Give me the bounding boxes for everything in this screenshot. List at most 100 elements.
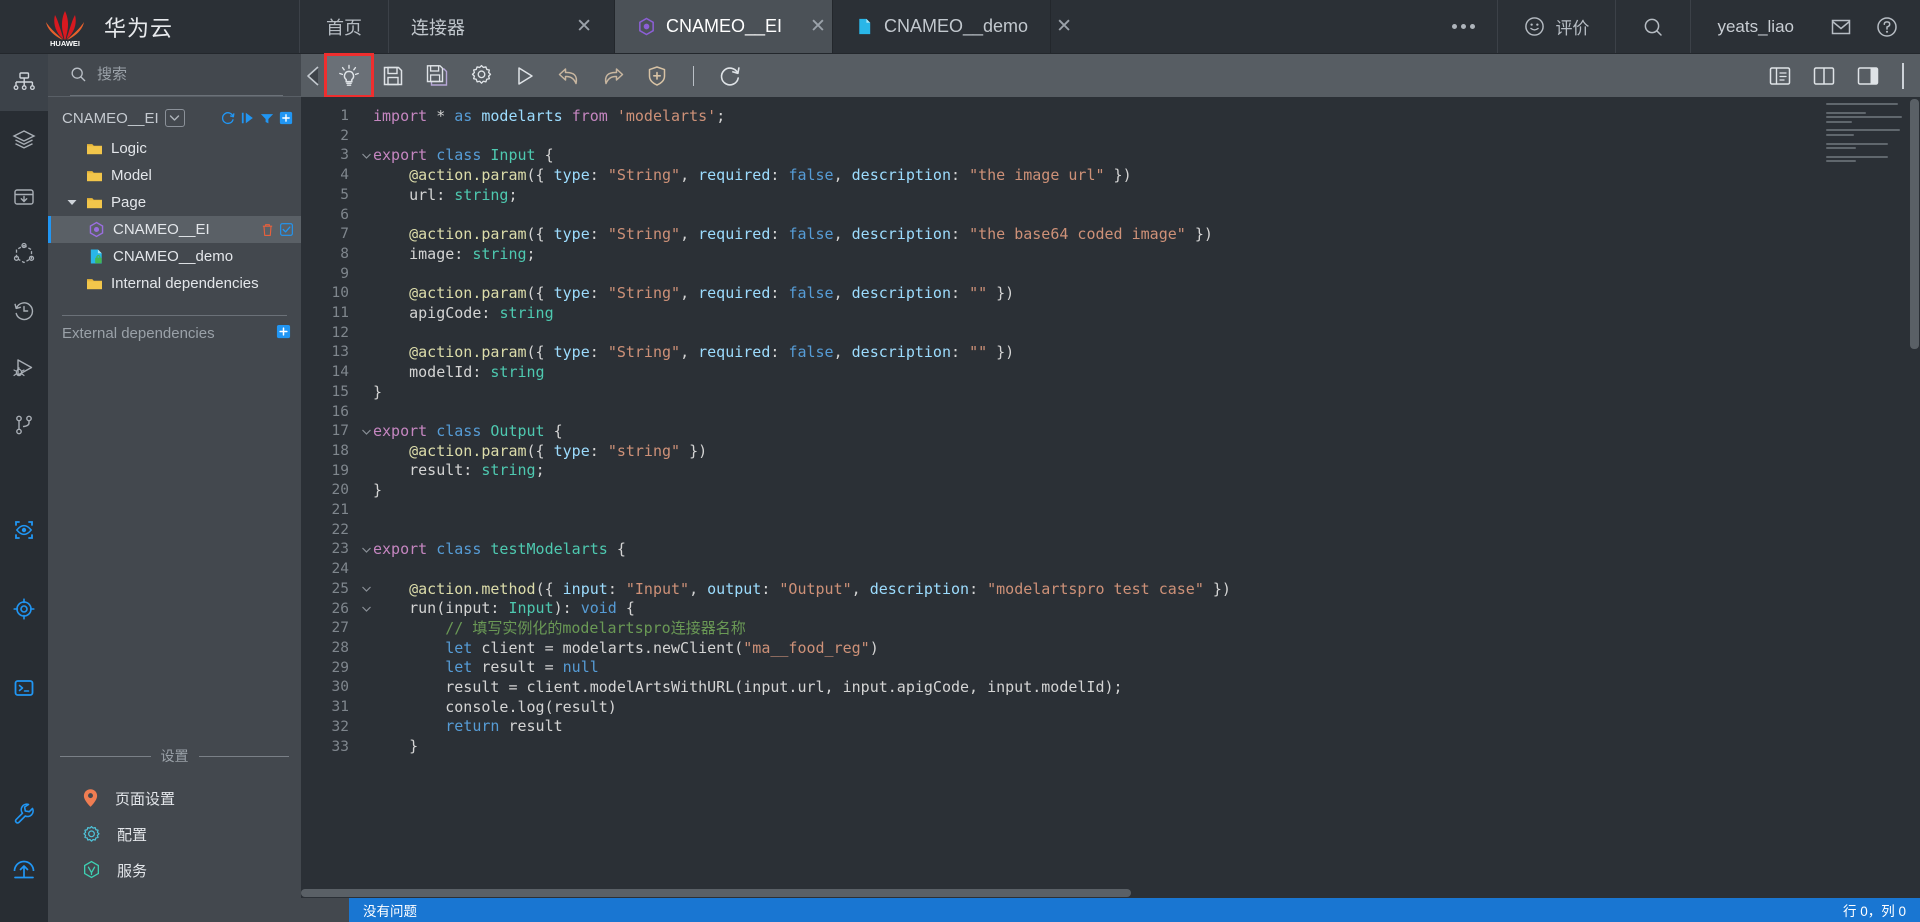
application-window: HUAWEI 华为云 首页 连接器 ✕ CNAMEO__EI ✕ CNAMEO_… [0,0,1920,922]
user-name: yeats_liao [1717,16,1794,36]
tree-row-cnameo-demo[interactable]: CNAMEO__demo [48,243,301,270]
undo-icon [558,67,578,84]
top-bar: HUAWEI 华为云 首页 连接器 ✕ CNAMEO__EI ✕ CNAMEO_… [0,0,1920,54]
search-input[interactable] [97,66,283,83]
redo-icon [604,67,624,84]
svg-text:HUAWEI: HUAWEI [50,39,80,47]
external-dependencies-row[interactable]: External dependencies [48,316,301,350]
code-content[interactable]: import * as modelarts from 'modelarts'; e… [373,97,1920,898]
add-icon[interactable] [279,111,293,125]
run-icon [518,66,533,85]
status-explorer-filler [48,898,349,922]
editor-settings-button[interactable] [459,56,503,95]
plus-icon[interactable] [276,324,291,343]
tree-row[interactable]: Page [48,189,301,216]
tab-cnameo-demo[interactable]: CNAMEO__demo ✕ [833,0,1072,53]
shield-add-button[interactable] [635,56,679,95]
tree-row-actions [261,223,301,237]
undo-button[interactable] [547,56,591,95]
settings-section-header: 设置 [48,746,301,766]
collapse-left-icon[interactable] [303,65,323,87]
smiley-icon [1525,17,1545,36]
close-icon[interactable]: ✕ [576,17,592,36]
rail-item-debug[interactable] [0,339,48,396]
edit-icon[interactable] [280,223,293,236]
folder-icon [87,144,102,155]
fold-marker [359,580,373,600]
save-button[interactable] [371,56,415,95]
code-editor[interactable]: 12345678 9 10 11 12 13 14 15 16 17 18 19 20 21 22 23 2… [301,97,1920,898]
mail-button[interactable] [1812,0,1870,53]
close-icon[interactable]: ✕ [810,17,826,36]
close-icon[interactable]: ✕ [1056,17,1072,36]
chevron-down-icon[interactable] [164,109,185,127]
external-dependencies-label: External dependencies [62,324,215,342]
save-all-button[interactable] [415,56,459,95]
user-menu[interactable]: yeats_liao [1691,0,1812,53]
help-button[interactable] [1870,0,1920,53]
rail-item-target[interactable] [0,580,48,637]
settings-item-page-settings[interactable]: 页面设置 [48,780,301,816]
tab-cnameo-ei[interactable]: CNAMEO__EI ✕ [615,0,833,53]
rate-button[interactable]: 评价 [1498,0,1617,53]
rail-item-package-download[interactable] [0,168,48,225]
open-preview-button[interactable] [1758,56,1802,95]
brand-area: HUAWEI 华为云 [0,0,300,53]
settings-item-config[interactable]: 配置 [48,816,301,852]
delete-icon[interactable] [261,223,274,237]
status-bar: 没有问题 行 0，列 0 [349,898,1920,922]
filter-icon[interactable] [260,112,274,125]
git-branch-icon [16,415,32,434]
toggle-panel-button[interactable] [1846,56,1890,95]
folder-icon [87,279,102,290]
fold-marker [359,422,373,442]
hexagon-purple-icon [639,17,654,36]
settings-item-label: 服务 [117,862,148,880]
horizontal-scrollbar[interactable] [301,888,1920,898]
refresh-icon[interactable] [220,110,236,126]
rate-label: 评价 [1555,19,1590,38]
search-icon [1645,18,1663,36]
fold-marker [359,540,373,560]
tree-row[interactable]: Logic [48,135,301,162]
expand-icon[interactable] [241,111,255,125]
scrollbar-thumb-horizontal[interactable] [301,889,1131,897]
settings-item-service[interactable]: 服务 [48,852,301,888]
rail-item-history[interactable] [0,282,48,339]
twisty-expanded-icon[interactable] [66,199,78,206]
tree-row[interactable]: Model [48,162,301,189]
history-clock-icon [14,301,34,320]
rail-item-deploy[interactable] [0,841,48,898]
settings-label: 设置 [160,748,189,764]
tab-connector[interactable]: 连接器 ✕ [389,0,615,53]
status-rail-filler [0,898,48,922]
run-button[interactable] [503,56,547,95]
fold-column[interactable] [359,97,373,898]
scrollbar-thumb[interactable] [1910,99,1919,349]
refresh-button[interactable] [708,56,752,95]
rail-item-terminal[interactable] [0,659,48,716]
rail-item-layers[interactable] [0,111,48,168]
rail-item-preview[interactable] [0,501,48,558]
tree-row-cnameo-ei[interactable]: CNAMEO__EI [48,216,301,243]
global-search-button[interactable] [1616,0,1692,53]
shield-add-icon [648,65,666,86]
redo-button[interactable] [591,56,635,95]
tab-label: CNAMEO__demo [884,16,1029,36]
split-editor-button[interactable] [1802,56,1846,95]
rail-item-git-branch[interactable] [0,396,48,453]
location-pin-icon [83,789,98,807]
lightbulb-button[interactable] [324,53,374,98]
tree-header-actions [220,110,293,126]
rail-item-sitemap[interactable] [0,54,48,111]
rail-item-connector-nodes[interactable] [0,225,48,282]
tree-row[interactable]: Internal dependencies [48,270,301,297]
rail-item-wrench[interactable] [0,784,48,841]
gear-icon [83,825,100,842]
home-button[interactable]: 首页 [300,0,389,53]
fold-marker [359,599,373,619]
ellipsis-icon[interactable] [1452,24,1476,29]
editor-area: 12345678 9 10 11 12 13 14 15 16 17 18 19 20 21 22 23 2… [301,53,1920,898]
vertical-scrollbar[interactable] [1908,97,1920,898]
main-body: CNAMEO__EI [0,53,1920,898]
